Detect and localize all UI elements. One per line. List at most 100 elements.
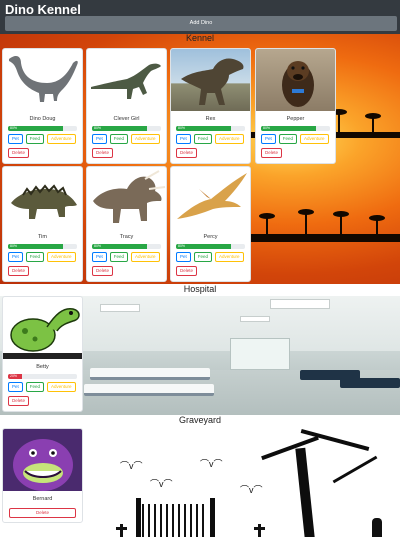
bat-icon: ⌒v⌒ (120, 461, 143, 471)
pet-button[interactable]: Pet (8, 134, 23, 144)
palm-tree-icon (369, 215, 385, 236)
feed-button[interactable]: Feed (278, 134, 298, 144)
pet-button[interactable]: Pet (176, 134, 191, 144)
delete-button[interactable]: Delete (176, 148, 198, 158)
kennel-title: Kennel (185, 34, 215, 43)
health-bar: 80% (8, 126, 77, 131)
delete-button[interactable]: Delete (92, 148, 114, 158)
gate-pillar (210, 498, 215, 537)
dino-name: Tim (38, 234, 47, 240)
dino-image (3, 297, 82, 359)
dino-image (87, 167, 166, 229)
hospital-bed (90, 368, 210, 380)
delete-button[interactable]: Delete (92, 266, 114, 276)
add-dino-button[interactable]: Add Dino (5, 16, 397, 31)
dino-name: Pepper (286, 116, 305, 122)
gate-pillar (136, 498, 141, 537)
grave-cross (258, 524, 261, 537)
health-fill: 80% (92, 126, 148, 131)
hospital-title: Hospital (183, 284, 217, 294)
navbar: Dino Kennel Add Dino (0, 0, 400, 34)
feed-button[interactable]: Feed (25, 134, 45, 144)
delete-button[interactable]: Delete (9, 508, 76, 518)
adventure-button[interactable]: Adventure (47, 134, 76, 144)
bat-icon: ⌒v⌒ (200, 459, 223, 469)
delete-button[interactable]: Delete (8, 396, 30, 406)
feed-button[interactable]: Feed (25, 382, 45, 392)
pet-button[interactable]: Pet (8, 382, 23, 392)
dino-name: Clever Girl (113, 116, 140, 122)
dino-card: Tim 80% Pet Feed Adventure Delete (2, 166, 83, 282)
dino-name: Bernard (32, 496, 53, 502)
adventure-button[interactable]: Adventure (47, 252, 76, 262)
hospital-section: Betty 20% Pet Feed Adventure Delete (0, 296, 400, 415)
dog-image (256, 49, 335, 111)
hospital-bed (84, 384, 214, 396)
health-bar: 80% (8, 244, 77, 249)
health-fill: 80% (92, 244, 148, 249)
health-fill: 80% (261, 126, 317, 131)
bat-icon: ⌒v⌒ (240, 485, 263, 495)
dino-name: Betty (36, 364, 49, 370)
grave-cross (116, 527, 127, 530)
health-bar: 80% (176, 126, 245, 131)
palm-tree-icon (331, 109, 347, 134)
dino-card: Tracy 80% Pet Feed Adventure Delete (86, 166, 167, 282)
kennel-section: Kennel Dino Doug 80% Pet Feed Adventure … (0, 34, 400, 284)
health-bar: 20% (8, 374, 77, 379)
dino-card: Percy 80% Pet Feed Adventure Delete (170, 166, 251, 282)
adventure-button[interactable]: Adventure (215, 134, 244, 144)
pet-button[interactable]: Pet (8, 252, 23, 262)
health-bar: 80% (176, 244, 245, 249)
adventure-button[interactable]: Adventure (300, 134, 329, 144)
pet-button[interactable]: Pet (261, 134, 276, 144)
dino-name: Tracy (119, 234, 134, 240)
palm-tree-icon (259, 213, 275, 236)
feed-button[interactable]: Feed (109, 134, 129, 144)
delete-button[interactable]: Delete (8, 148, 30, 158)
health-fill: 20% (8, 374, 22, 379)
tombstone (372, 518, 382, 537)
dino-image (87, 49, 166, 111)
hospital-window (230, 338, 290, 370)
palm-tree-icon (298, 209, 314, 236)
health-fill: 80% (8, 244, 64, 249)
dino-card: Betty 20% Pet Feed Adventure Delete (2, 296, 83, 412)
feed-button[interactable]: Feed (109, 252, 129, 262)
health-bar: 80% (92, 126, 161, 131)
pet-button[interactable]: Pet (92, 252, 107, 262)
feed-button[interactable]: Feed (25, 252, 45, 262)
dino-card: Dino Doug 80% Pet Feed Adventure Delete (2, 48, 83, 164)
delete-button[interactable]: Delete (176, 266, 198, 276)
health-fill: 80% (8, 126, 64, 131)
adventure-button[interactable]: Adventure (131, 134, 160, 144)
dino-card: Bernard Delete (2, 428, 83, 523)
dino-image (3, 429, 82, 491)
feed-button[interactable]: Feed (193, 252, 213, 262)
dino-image (3, 167, 82, 229)
hospital-bed (340, 378, 400, 388)
ceiling-light (240, 316, 270, 322)
ceiling-light (100, 304, 140, 312)
graveyard-title: Graveyard (178, 415, 222, 425)
dino-image (171, 49, 250, 111)
dino-name: Percy (203, 234, 218, 240)
adventure-button[interactable]: Adventure (215, 252, 244, 262)
dino-card: Clever Girl 80% Pet Feed Adventure Delet… (86, 48, 167, 164)
dino-name: Dino Doug (29, 116, 56, 122)
dino-image (171, 167, 250, 229)
pet-button[interactable]: Pet (92, 134, 107, 144)
palm-tree-icon (365, 113, 381, 134)
dino-name: Rex (205, 116, 216, 122)
adventure-button[interactable]: Adventure (47, 382, 76, 392)
delete-button[interactable]: Delete (261, 148, 283, 158)
dino-card: Pepper 80% Pet Feed Adventure Delete (255, 48, 336, 164)
palm-tree-icon (333, 211, 349, 236)
health-fill: 80% (176, 126, 232, 131)
feed-button[interactable]: Feed (193, 134, 213, 144)
pet-button[interactable]: Pet (176, 252, 191, 262)
health-bar: 80% (261, 126, 330, 131)
delete-button[interactable]: Delete (8, 266, 30, 276)
grave-cross (120, 524, 123, 537)
adventure-button[interactable]: Adventure (131, 252, 160, 262)
